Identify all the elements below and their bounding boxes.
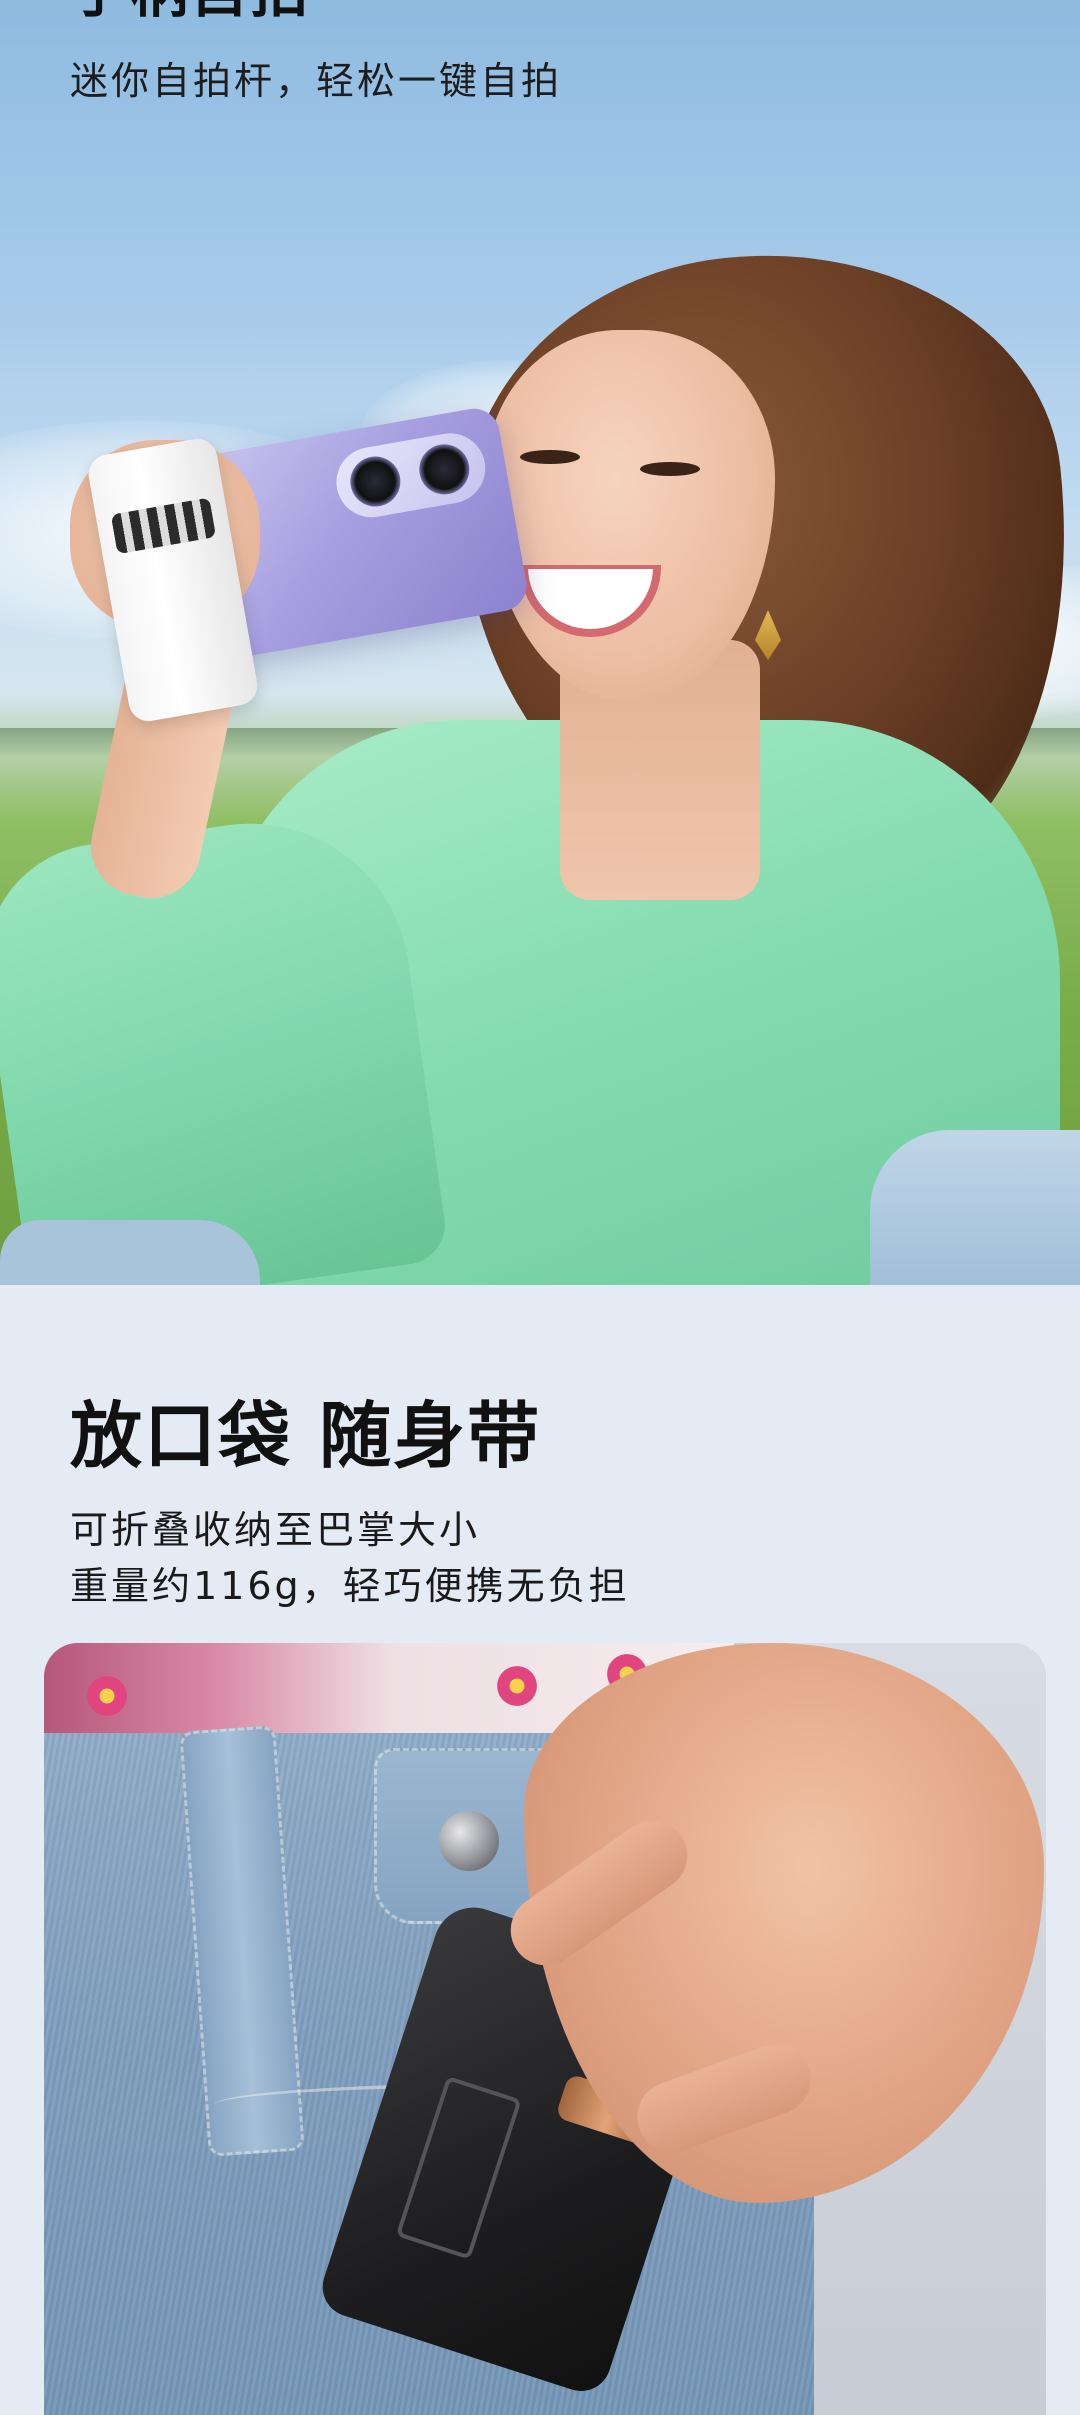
hero-subtitle: 迷你自拍杆，轻松一键自拍	[70, 59, 563, 103]
flower-pattern	[494, 1663, 540, 1709]
jeans-left	[0, 1220, 260, 1285]
hero-title: 手柄自拍	[70, 0, 310, 20]
section-title: 放口袋 随身带	[70, 1394, 542, 1478]
eye	[640, 462, 700, 476]
product-detail-page: 手柄自拍 迷你自拍杆，轻松一键自拍	[0, 0, 1080, 2415]
flower-pattern	[84, 1673, 130, 1719]
description-line: 重量约116g，轻巧便携无负担	[70, 1564, 630, 1608]
camera-lens	[346, 452, 405, 511]
description-line: 可折叠收纳至巴掌大小	[70, 1508, 481, 1552]
camera-module	[330, 427, 491, 523]
hero-section: 手柄自拍 迷你自拍杆，轻松一键自拍	[0, 0, 1080, 1285]
jeans-right	[870, 1130, 1080, 1285]
grip-clamp	[110, 497, 217, 555]
pocket-tripod-photo	[44, 1643, 1046, 2415]
camera-lens	[415, 440, 474, 499]
portable-section: 放口袋 随身带 可折叠收纳至巴掌大小 重量约116g，轻巧便携无负担	[0, 1285, 1080, 2415]
metal-rivet	[439, 1811, 499, 1871]
tripod-logo	[395, 2075, 522, 2260]
eye	[520, 450, 580, 464]
